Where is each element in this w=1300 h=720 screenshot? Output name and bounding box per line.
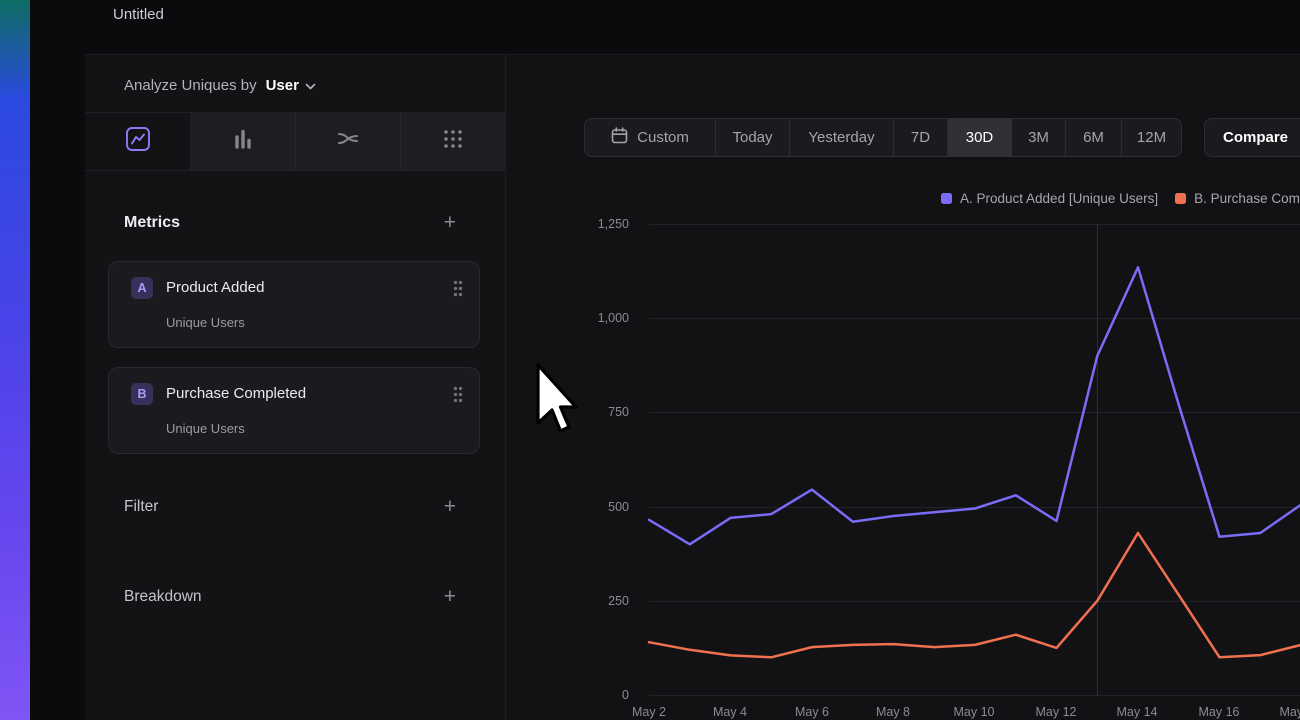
filter-section-header: Filter +: [124, 497, 456, 517]
top-bar: Untitled: [85, 0, 1300, 55]
metric-title: Product Added: [166, 279, 264, 296]
add-breakdown-button[interactable]: +: [444, 587, 456, 607]
calendar-icon: [611, 127, 628, 148]
drag-handle-icon[interactable]: [453, 280, 463, 302]
range-yesterday-button[interactable]: Yesterday: [789, 119, 893, 156]
metric-card-a[interactable]: A Product Added Unique Users: [108, 261, 480, 348]
tab-grid[interactable]: [400, 113, 505, 170]
y-axis-label: 750: [546, 405, 629, 419]
range-custom-button[interactable]: Custom: [585, 119, 715, 156]
range-12m-button[interactable]: 12M: [1121, 119, 1181, 156]
brand-gradient-strip: [0, 0, 30, 720]
legend-swatch-b: [1175, 193, 1186, 204]
x-axis-label: May 18: [1268, 705, 1300, 719]
date-range-segmented-control: Custom Today Yesterday 7D 30D 3M 6M 12M: [584, 118, 1182, 157]
range-30d-button[interactable]: 30D: [947, 119, 1011, 156]
chart-panel: Custom Today Yesterday 7D 30D 3M 6M 12M …: [505, 55, 1300, 720]
legend-label-b: B. Purchase Completed [Unique Users]: [1194, 191, 1300, 206]
analyze-by-row: Analyze Uniques by User: [124, 73, 316, 97]
range-7d-button[interactable]: 7D: [893, 119, 947, 156]
legend-item-a[interactable]: A. Product Added [Unique Users]: [941, 191, 1158, 206]
divider: [85, 170, 505, 171]
legend-swatch-a: [941, 193, 952, 204]
drag-handle-icon[interactable]: [453, 386, 463, 408]
x-axis-label: May 4: [698, 705, 762, 719]
tab-flow[interactable]: [295, 113, 400, 170]
analyze-by-label: Analyze Uniques by: [124, 77, 257, 94]
breakdown-heading: Breakdown: [124, 588, 202, 606]
chevron-down-icon: [305, 77, 316, 95]
y-axis-label: 0: [546, 688, 629, 702]
app-window: Untitled Analyze Uniques by User: [0, 0, 1300, 720]
report-title: Untitled: [113, 6, 164, 23]
sidebar: Analyze Uniques by User: [85, 55, 505, 720]
range-today-button[interactable]: Today: [715, 119, 789, 156]
line-chart-icon: [125, 126, 151, 157]
chart-lines[interactable]: [649, 224, 1300, 695]
bar-chart-icon: [230, 126, 256, 157]
metric-badge-b: B: [131, 383, 153, 405]
range-3m-button[interactable]: 3M: [1011, 119, 1065, 156]
y-axis-label: 250: [546, 594, 629, 608]
range-custom-label: Custom: [637, 129, 689, 146]
x-axis-label: May 16: [1187, 705, 1251, 719]
legend-item-b[interactable]: B. Purchase Completed [Unique Users]: [1175, 191, 1300, 206]
add-metric-button[interactable]: +: [444, 213, 456, 233]
gridline: [649, 695, 1300, 696]
x-axis-label: May 12: [1024, 705, 1088, 719]
flow-icon: [335, 126, 361, 157]
analyze-by-dropdown[interactable]: User: [266, 75, 316, 95]
add-filter-button[interactable]: +: [444, 497, 456, 517]
metric-title: Purchase Completed: [166, 385, 306, 402]
chart-legend: A. Product Added [Unique Users] B. Purch…: [941, 191, 1300, 206]
x-axis-label: May 6: [780, 705, 844, 719]
metric-card-b[interactable]: B Purchase Completed Unique Users: [108, 367, 480, 454]
tab-bar-chart[interactable]: [190, 113, 295, 170]
tab-line-chart[interactable]: [85, 113, 190, 170]
y-axis-label: 1,250: [546, 217, 629, 231]
x-axis-label: May 8: [861, 705, 925, 719]
compare-button[interactable]: Compare: [1204, 118, 1300, 157]
range-6m-button[interactable]: 6M: [1065, 119, 1121, 156]
analyze-by-value: User: [266, 77, 299, 94]
chart-type-tabs: [85, 113, 505, 170]
y-axis-label: 500: [546, 500, 629, 514]
x-axis-label: May 2: [617, 705, 681, 719]
legend-label-a: A. Product Added [Unique Users]: [960, 191, 1158, 206]
x-axis-label: May 14: [1105, 705, 1169, 719]
metric-subtitle: Unique Users: [166, 421, 245, 436]
metric-badge-a: A: [131, 277, 153, 299]
metrics-heading: Metrics: [124, 214, 180, 232]
grid-dots-icon: [441, 127, 465, 156]
metrics-section-header: Metrics +: [124, 213, 456, 233]
filter-heading: Filter: [124, 498, 158, 516]
x-axis-label: May 10: [942, 705, 1006, 719]
breakdown-section-header: Breakdown +: [124, 587, 456, 607]
y-axis-label: 1,000: [546, 311, 629, 325]
metric-subtitle: Unique Users: [166, 315, 245, 330]
